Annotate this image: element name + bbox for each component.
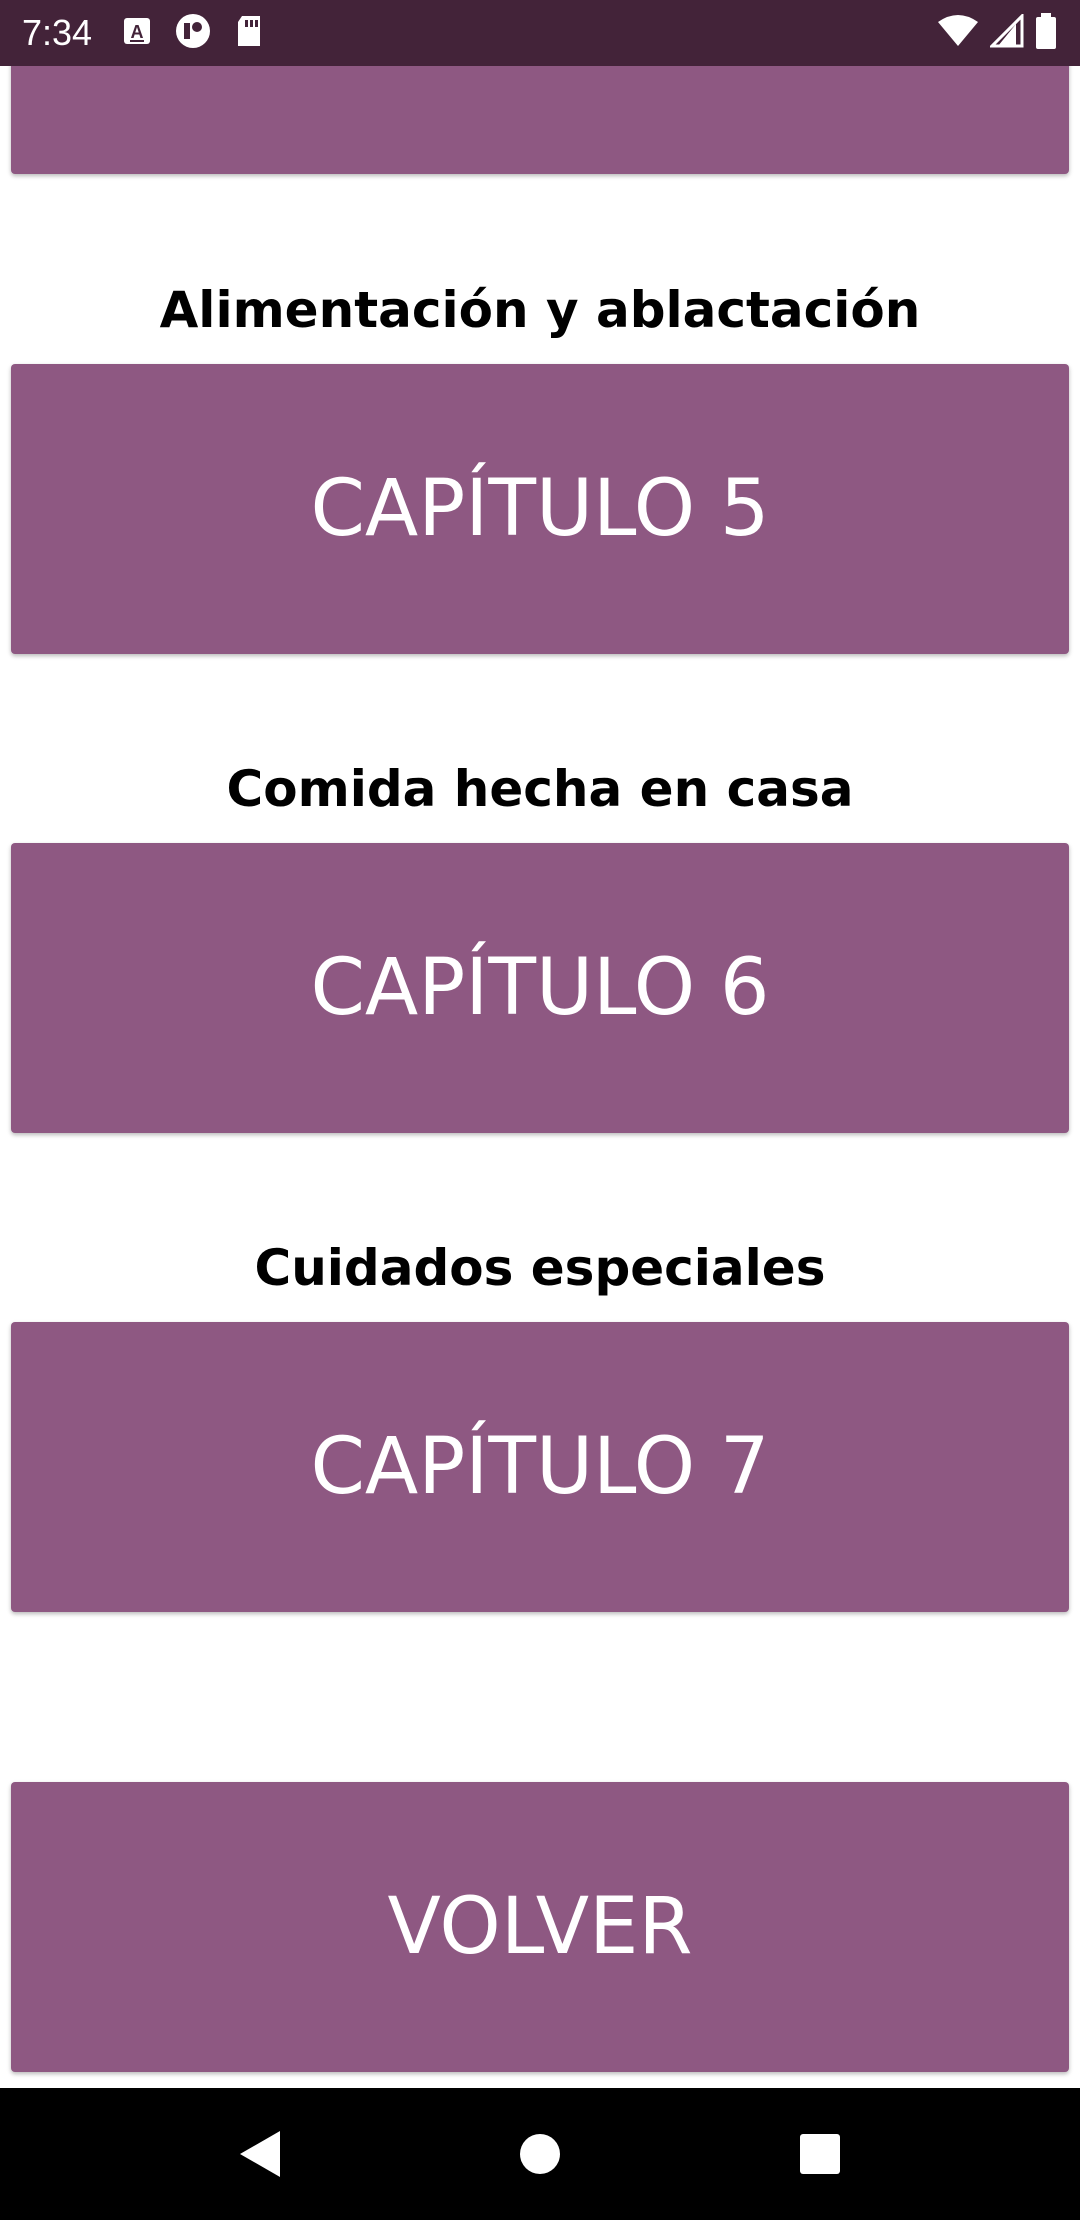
status-notification-icons: A [122, 12, 264, 55]
section-title-5: Alimentación y ablactación [159, 281, 921, 339]
signal-icon [988, 11, 1024, 53]
chapter-button-partial[interactable] [11, 66, 1069, 174]
navigation-bar [0, 2088, 1080, 2220]
chapter-5-button[interactable]: CAPÍTULO 5 [11, 364, 1069, 654]
back-button[interactable]: VOLVER [11, 1782, 1069, 2072]
section-title-7: Cuidados especiales [254, 1239, 826, 1297]
status-system-icons [936, 11, 1058, 55]
chapter-7-button[interactable]: CAPÍTULO 7 [11, 1322, 1069, 1612]
status-bar: 7:34 A [0, 0, 1080, 66]
chapter-6-button[interactable]: CAPÍTULO 6 [11, 843, 1069, 1133]
chapter-list[interactable]: Alimentación y ablactación CAPÍTULO 5 Co… [0, 66, 1080, 2088]
section-title-6: Comida hecha en casa [226, 760, 854, 818]
wifi-icon [936, 14, 980, 53]
a-letter-icon: A [122, 16, 152, 51]
sd-card-icon [234, 14, 264, 53]
record-icon [174, 12, 212, 55]
svg-text:A: A [131, 22, 144, 42]
battery-icon [1034, 12, 1058, 55]
back-triangle-icon[interactable] [220, 2114, 300, 2194]
home-circle-icon[interactable] [500, 2114, 580, 2194]
recents-square-icon[interactable] [780, 2114, 860, 2194]
status-time: 7:34 [22, 12, 93, 53]
